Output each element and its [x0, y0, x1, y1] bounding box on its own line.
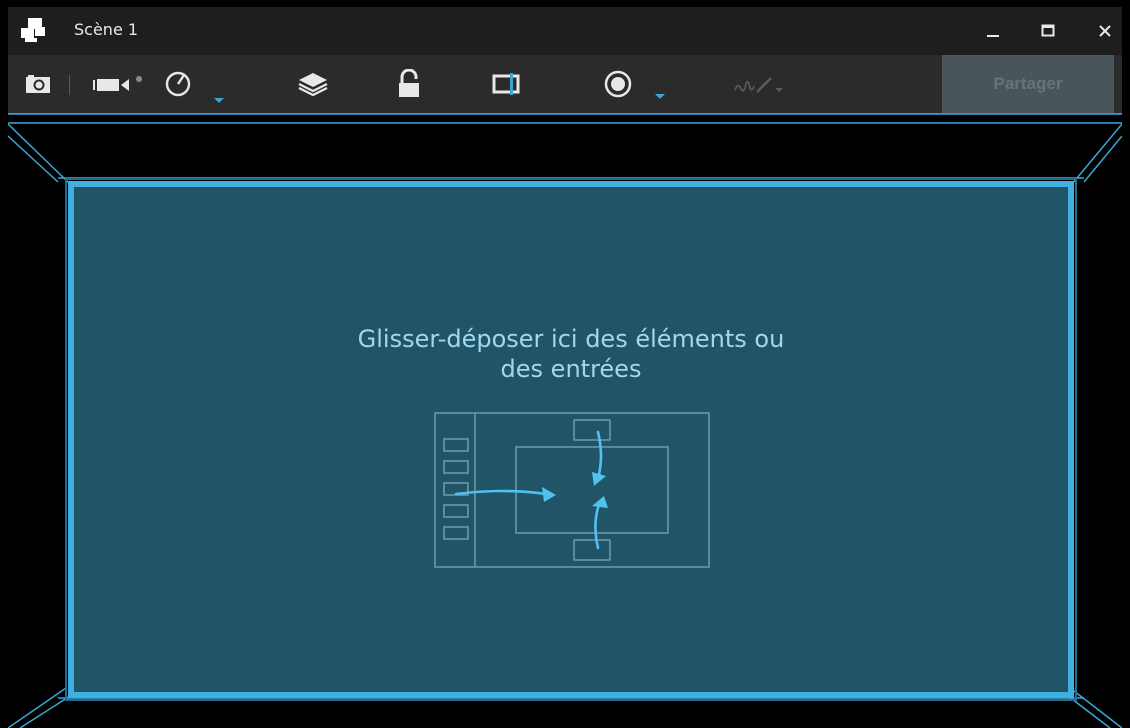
minimize-icon — [987, 35, 999, 37]
window-title: Scène 1 — [74, 20, 139, 39]
aspect-ratio-button[interactable] — [484, 55, 530, 113]
aspect-ratio-icon — [492, 73, 520, 95]
lock-icon — [399, 69, 419, 97]
record-circle-icon — [604, 70, 632, 98]
record-camera-button[interactable] — [88, 55, 158, 113]
playback-time-icon — [165, 71, 191, 97]
playback-dropdown-caret-icon[interactable] — [213, 97, 225, 105]
close-icon — [1099, 25, 1111, 37]
drop-instructions-line1: Glisser-déposer ici des éléments ou — [357, 325, 785, 353]
drag-drop-illustration-icon — [434, 412, 710, 568]
app-window: Scène 1 Partager Glisser-déposer ici des… — [8, 7, 1122, 728]
record-dropdown-caret-icon[interactable] — [654, 93, 666, 101]
title-bar[interactable]: Scène 1 — [8, 7, 1122, 55]
drop-instructions-line2: des entrées — [500, 355, 642, 383]
signature-icon — [734, 77, 783, 93]
maximize-button[interactable] — [1023, 7, 1073, 55]
playback-time-button[interactable] — [158, 55, 198, 113]
drop-instructions: Glisser-déposer ici des éléments ou des … — [74, 324, 1068, 384]
layers-button[interactable] — [288, 55, 338, 113]
minimize-button[interactable] — [968, 7, 1018, 55]
toolbar-separator — [69, 75, 70, 95]
lock-button[interactable] — [386, 55, 432, 113]
drop-zone[interactable]: Glisser-déposer ici des éléments ou des … — [65, 178, 1077, 701]
signature-button[interactable] — [728, 55, 788, 113]
toolbar: Partager — [8, 55, 1122, 114]
scene-viewport[interactable]: Glisser-déposer ici des éléments ou des … — [8, 114, 1122, 728]
record-camera-icon — [93, 76, 142, 91]
maximize-icon — [1041, 24, 1055, 37]
share-button[interactable]: Partager — [942, 55, 1114, 113]
record-button[interactable] — [596, 55, 640, 113]
snapshot-icon — [26, 75, 50, 93]
close-button[interactable] — [1080, 7, 1122, 55]
app-logo-icon — [21, 18, 45, 42]
snapshot-button[interactable] — [20, 55, 56, 113]
layers-icon — [298, 73, 328, 97]
